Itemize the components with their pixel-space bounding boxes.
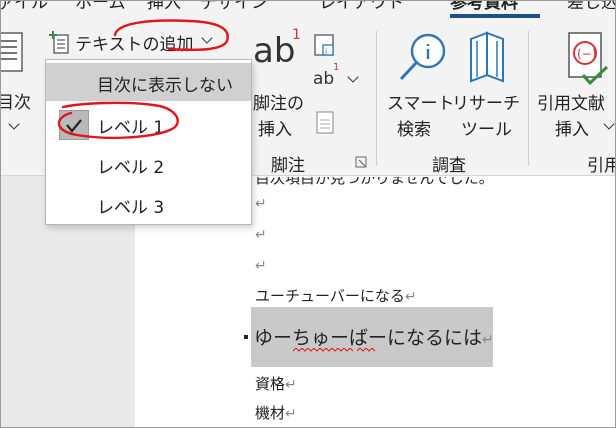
spelling-squiggle (293, 348, 353, 352)
researcher-button[interactable]: リサーチ ツール (451, 27, 521, 143)
smart-lookup-line1: スマート (387, 94, 455, 114)
paragraph-mark: ↵ (404, 289, 417, 305)
tab-layout[interactable]: レイアウト (319, 1, 404, 13)
toc-label: 目次 (0, 93, 31, 113)
menu-item-do-not-show[interactable]: 目次に表示しない (46, 63, 251, 101)
menu-item-label: レベル 1 (97, 118, 165, 138)
menu-item-label: レベル 2 (97, 158, 165, 178)
next-footnote-button[interactable]: ab 1 (311, 62, 361, 97)
body-text: 機材 (255, 404, 286, 422)
paragraph-mark: ↵ (255, 196, 267, 212)
tab-design[interactable]: デザイン (200, 1, 268, 13)
tab-file[interactable]: ァイル (1, 1, 48, 13)
dialog-launcher-icon[interactable] (355, 156, 367, 168)
svg-text:(−): (−) (577, 47, 596, 61)
footnote-label-line2: 挿入 (258, 120, 292, 140)
document-line[interactable]: 機材↵ (255, 402, 297, 423)
menu-item-label: 目次に表示しない (97, 76, 233, 96)
researcher-icon (470, 31, 504, 83)
chevron-down-icon (347, 71, 359, 83)
researcher-line2: ツール (461, 120, 512, 140)
tab-insert[interactable]: 挿入 (147, 1, 181, 13)
menu-item-level-1[interactable]: レベル 1 (46, 105, 251, 143)
insert-citation-button[interactable]: (−) 引用文献 挿入 (535, 27, 615, 143)
next-footnote-icon: ab (313, 69, 335, 89)
document-line[interactable]: 資格↵ (255, 373, 297, 394)
spelling-squiggle (357, 348, 376, 352)
insert-footnote-button[interactable]: ab 1 脚注の 挿入 (249, 27, 309, 143)
tab-references[interactable]: 参考資料 (450, 1, 518, 13)
footnote-label-line1: 脚注の (253, 94, 304, 114)
research-group-label: 調査 (432, 156, 466, 176)
heading-text: ユーチューバーになる (255, 287, 405, 305)
insert-endnote-icon[interactable]: i (313, 33, 339, 57)
ribbon-tab-strip: ァイル ホーム 挿入 デザイン レイアウト 参考資料 差し込 (1, 1, 615, 23)
selected-heading-text: ゆーちゅーばーになるには (254, 327, 483, 349)
citation-group-label: 引用 (587, 156, 615, 176)
ribbon-separator (528, 31, 529, 166)
add-text-dropdown-menu: 目次に表示しない レベル 1 レベル 2 レベル 3 (45, 59, 252, 225)
footnote-icon: ab (253, 31, 296, 71)
paragraph-mark: ↵ (285, 377, 297, 393)
next-footnote-superscript: 1 (333, 62, 340, 73)
chevron-down-icon (8, 118, 20, 130)
paragraph-mark: ↵ (255, 227, 267, 243)
footnotes-group-label: 脚注 (271, 156, 305, 176)
add-text-button[interactable]: テキストの追加 (45, 27, 225, 57)
smart-lookup-button[interactable]: スマート 検索 (385, 27, 459, 143)
menu-item-label: レベル 3 (97, 198, 165, 218)
tab-home[interactable]: ホーム (75, 1, 126, 13)
paragraph-bullet (244, 335, 248, 339)
body-text: 資格 (255, 375, 286, 393)
menu-item-level-3[interactable]: レベル 3 (46, 185, 251, 223)
active-tab-indicator (450, 14, 540, 18)
researcher-line1: リサーチ (452, 94, 520, 114)
ribbon-separator (376, 31, 377, 166)
checkmark-icon (66, 119, 82, 133)
footnote-superscript: 1 (292, 27, 301, 43)
paragraph-mark: ↵ (255, 258, 267, 274)
insert-citation-icon: (−) (568, 32, 609, 86)
smart-lookup-line2: 検索 (397, 120, 431, 140)
checkmark-box (59, 110, 89, 140)
citation-line1: 引用文献 (537, 94, 605, 114)
app-window: ァイル ホーム 挿入 デザイン レイアウト 参考資料 差し込 目次 テキストの追… (0, 0, 616, 428)
chevron-down-icon (201, 32, 213, 44)
paragraph-mark: ↵ (285, 406, 297, 422)
document-line[interactable]: ユーチューバーになる↵ (255, 285, 417, 306)
tab-mailings[interactable]: 差し込 (567, 1, 615, 13)
citation-line2: 挿入 (555, 120, 589, 140)
paragraph-mark: ↵ (482, 332, 494, 348)
add-text-label: テキストの追加 (75, 35, 194, 55)
svg-text:i: i (325, 47, 327, 56)
chevron-down-icon (603, 118, 615, 130)
show-notes-icon[interactable] (315, 111, 337, 135)
table-of-contents-icon (1, 32, 23, 72)
menu-item-level-2[interactable]: レベル 2 (46, 145, 251, 183)
add-text-icon (49, 31, 69, 54)
toc-button[interactable]: 目次 (1, 23, 41, 143)
selected-heading[interactable]: ゆーちゅーばーになるには↵ (254, 323, 494, 350)
smart-lookup-icon (399, 33, 446, 81)
